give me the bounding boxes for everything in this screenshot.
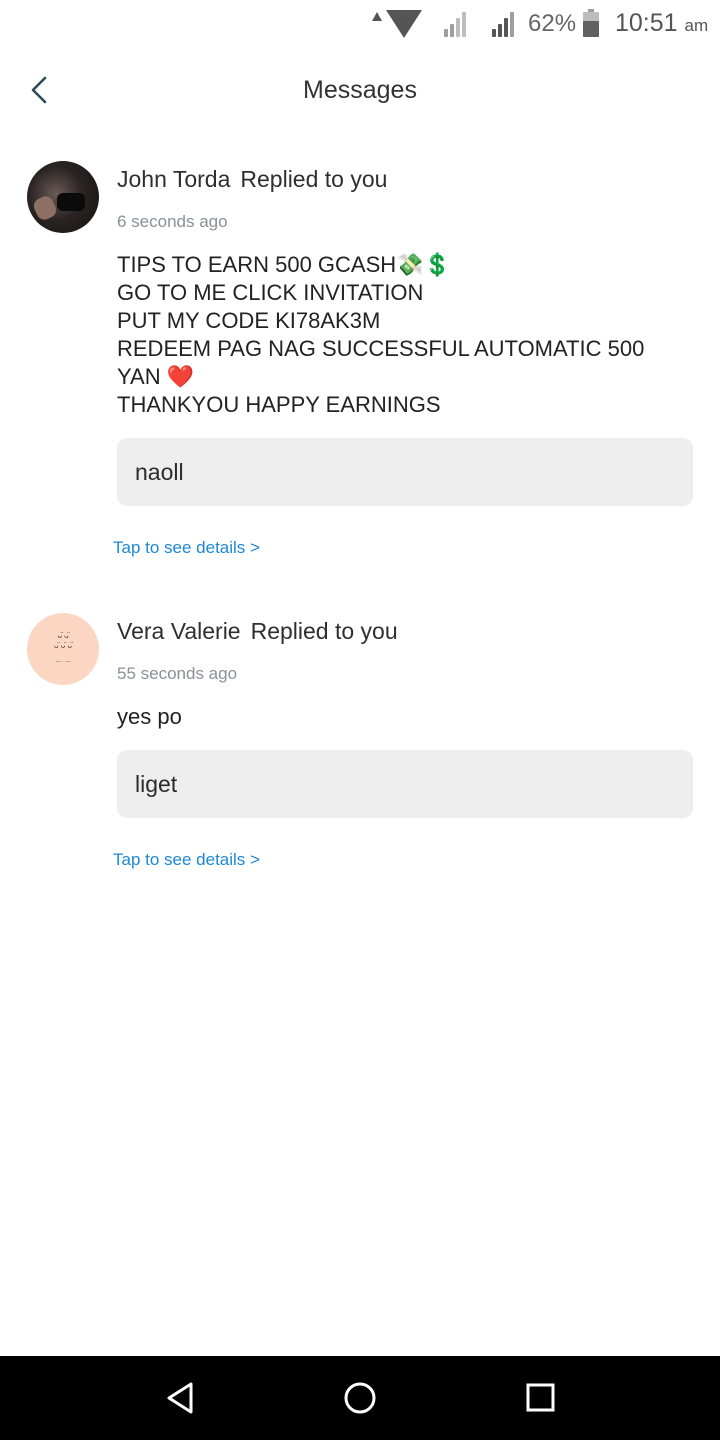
status-bar: 62% 10:51 am	[0, 0, 720, 50]
clock: 10:51 am	[615, 9, 708, 38]
message-line: GO TO ME CLICK INVITATION	[117, 280, 424, 305]
sender-name[interactable]: John Torda	[117, 166, 230, 192]
wifi-icon	[386, 10, 422, 38]
page-title: Messages	[303, 76, 417, 104]
notification-header: Vera Valerie Replied to you	[117, 618, 398, 645]
quoted-message[interactable]: liget	[117, 750, 693, 818]
back-triangle-icon	[167, 1382, 193, 1414]
sender-name[interactable]: Vera Valerie	[117, 618, 241, 644]
clock-time: 10:51	[615, 9, 678, 37]
tap-to-see-details-link[interactable]: Tap to see details >	[113, 538, 260, 558]
header: Messages	[0, 58, 720, 124]
home-circle-icon	[344, 1382, 376, 1414]
avatar[interactable]	[27, 161, 99, 233]
action-text: Replied to you	[240, 166, 388, 192]
timestamp: 6 seconds ago	[117, 212, 228, 231]
quoted-message[interactable]: naoll	[117, 438, 693, 506]
message-line: PUT MY CODE KI78AK3M	[117, 308, 381, 333]
recents-square-icon	[526, 1383, 555, 1412]
battery-icon	[583, 9, 599, 37]
action-text: Replied to you	[250, 618, 398, 644]
data-arrow-icon	[372, 12, 382, 21]
message-line: THANKYOU HAPPY EARNINGS	[117, 392, 441, 417]
notification-header: John Torda Replied to you	[117, 166, 387, 193]
avatar[interactable]: ᴗ̈ ᴗ̈ ᴗ̈ ᴗ̈ ᴗ̈ — · —	[27, 613, 99, 685]
battery-percent: 62%	[528, 10, 577, 37]
nav-back-button[interactable]	[160, 1380, 200, 1416]
message-line: yes po	[117, 704, 182, 729]
nav-home-button[interactable]	[340, 1380, 380, 1416]
message-line: REDEEM PAG NAG SUCCESSFUL AUTOMATIC 500	[117, 336, 645, 361]
signal-icon	[492, 11, 518, 37]
message-body: yes po	[117, 703, 697, 731]
clock-ampm: am	[684, 16, 709, 35]
tap-to-see-details-link[interactable]: Tap to see details >	[113, 850, 260, 870]
signal-icon	[444, 11, 470, 37]
message-body: TIPS TO EARN 500 GCASH💸💲 GO TO ME CLICK …	[117, 251, 697, 419]
message-line: YAN ❤️	[117, 364, 195, 389]
message-line: TIPS TO EARN 500 GCASH💸💲	[117, 252, 451, 277]
timestamp: 55 seconds ago	[117, 664, 238, 683]
nav-recents-button[interactable]	[520, 1380, 560, 1416]
navigation-bar	[0, 1356, 720, 1440]
